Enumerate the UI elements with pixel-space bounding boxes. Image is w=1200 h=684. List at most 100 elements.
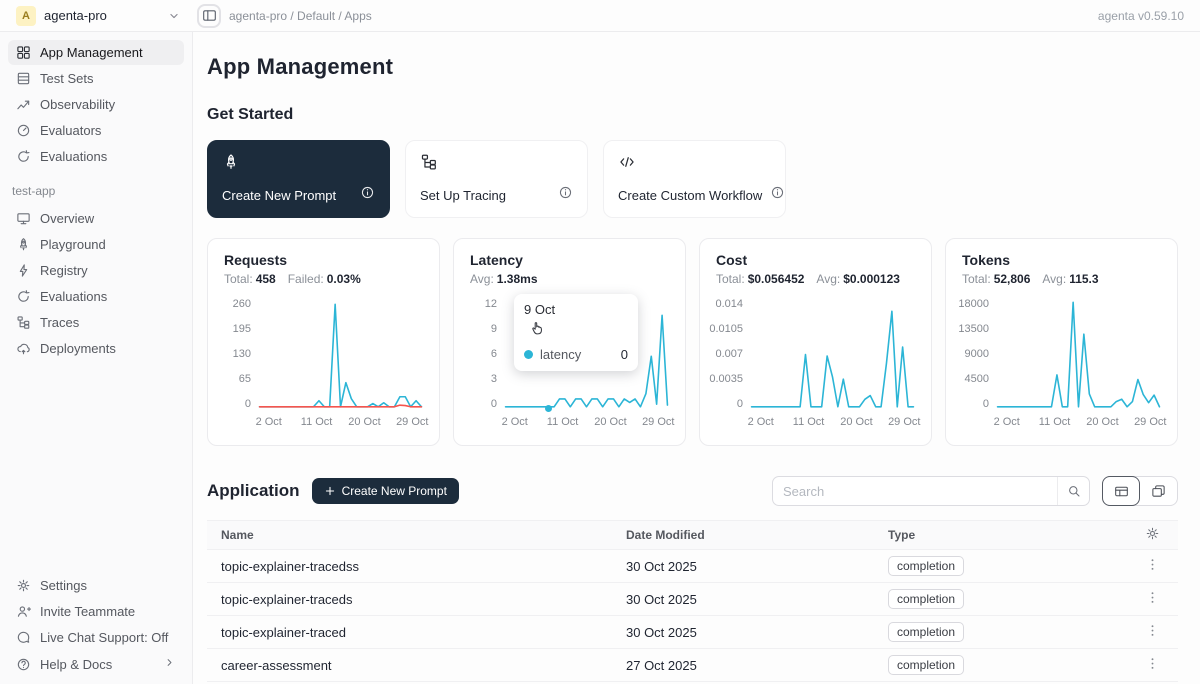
- get-started-card-set-up-tracing[interactable]: Set Up Tracing: [405, 140, 588, 218]
- stat-card-title: Cost: [716, 252, 915, 268]
- y-tick: 0.014: [715, 298, 743, 310]
- sidebar-item-label: Observability: [40, 97, 115, 112]
- stat-card-cost: CostTotal:$0.056452Avg:$0.0001230.0140.0…: [699, 238, 932, 446]
- search-button[interactable]: [1057, 477, 1089, 505]
- sidebar-item-evaluations[interactable]: Evaluations: [8, 284, 184, 309]
- sidebar-item-label: Overview: [40, 211, 94, 226]
- table-row[interactable]: topic-explainer-traced30 Oct 2025complet…: [207, 616, 1178, 649]
- row-menu-button[interactable]: [1145, 623, 1160, 641]
- sidebar-item-evaluations[interactable]: Evaluations: [8, 144, 184, 169]
- sidebar-toggle-icon: [202, 8, 217, 23]
- row-menu-button[interactable]: [1145, 557, 1160, 575]
- tree-icon: [16, 315, 31, 330]
- sidebar-item-test-sets[interactable]: Test Sets: [8, 66, 184, 91]
- x-tick: 11 Oct: [1039, 416, 1071, 428]
- y-tick: 0.0035: [709, 373, 743, 385]
- stat-pair: Total:52,806: [962, 272, 1030, 286]
- sidebar-item-live-chat-support-off[interactable]: Live Chat Support: Off: [8, 625, 184, 650]
- sidebar-item-playground[interactable]: Playground: [8, 232, 184, 257]
- kebab-icon: [1145, 623, 1160, 638]
- series-success: [260, 304, 422, 406]
- main-content: App Management Get Started Create New Pr…: [193, 32, 1200, 684]
- x-tick: 11 Oct: [793, 416, 825, 428]
- sidebar-item-label: Playground: [40, 237, 106, 252]
- line-chart: 9 Octlatency0: [504, 298, 669, 410]
- table-row[interactable]: career-assessment27 Oct 2025completion: [207, 649, 1178, 682]
- row-menu-button[interactable]: [1145, 656, 1160, 674]
- sidebar-item-deployments[interactable]: Deployments: [8, 336, 184, 361]
- stat-card-tokens: TokensTotal:52,806Avg:115.31800013500900…: [945, 238, 1178, 446]
- x-tick: 11 Oct: [301, 416, 333, 428]
- sidebar-item-label: App Management: [40, 45, 143, 60]
- stat-card-latency: LatencyAvg:1.38ms1296309 Octlatency02 Oc…: [453, 238, 686, 446]
- stat-pair: Total:458: [224, 272, 276, 286]
- search-icon: [1067, 484, 1081, 498]
- workspace-name: agenta-pro: [44, 8, 159, 23]
- card-label: Create Custom Workflow: [618, 188, 762, 203]
- sidebar-item-help-docs[interactable]: Help & Docs: [8, 651, 184, 677]
- line-chart: [996, 298, 1161, 410]
- sidebar-item-app-management[interactable]: App Management: [8, 40, 184, 65]
- sidebar-item-label: Test Sets: [40, 71, 93, 86]
- sidebar-item-label: Live Chat Support: Off: [40, 630, 168, 645]
- y-tick: 9000: [965, 348, 989, 360]
- table-row[interactable]: topic-explainer-traceds30 Oct 2025comple…: [207, 583, 1178, 616]
- card-view-button[interactable]: [1139, 477, 1177, 505]
- sidebar-item-label: Invite Teammate: [40, 604, 135, 619]
- sidebar-item-settings[interactable]: Settings: [8, 573, 184, 598]
- sidebar-item-invite-teammate[interactable]: Invite Teammate: [8, 599, 184, 624]
- x-tick: 29 Oct: [396, 416, 428, 428]
- series-tokens: [998, 302, 1160, 406]
- workspace-switcher[interactable]: A agenta-pro: [0, 0, 193, 31]
- y-tick: 6: [491, 348, 497, 360]
- rocket-icon: [222, 153, 240, 171]
- sidebar: App Management Test Sets Observability Eval…: [0, 32, 193, 684]
- y-tick: 4500: [965, 373, 989, 385]
- search-input[interactable]: [773, 484, 1057, 499]
- sidebar-item-label: Settings: [40, 578, 87, 593]
- tooltip-value: 0: [621, 347, 628, 362]
- x-tick: 2 Oct: [502, 416, 528, 428]
- get-started-card-create-new-prompt[interactable]: Create New Prompt: [207, 140, 390, 218]
- plus-icon: [324, 485, 336, 497]
- y-tick: 12: [485, 298, 497, 310]
- row-menu-button[interactable]: [1145, 590, 1160, 608]
- series-color-dot: [524, 350, 533, 359]
- table-row[interactable]: topic-explainer-tracedss30 Oct 2025compl…: [207, 550, 1178, 583]
- stat-card-title: Tokens: [962, 252, 1161, 268]
- refresh-icon: [16, 289, 31, 304]
- sidebar-item-observability[interactable]: Observability: [8, 92, 184, 117]
- x-tick: 2 Oct: [748, 416, 774, 428]
- grid-icon: [16, 45, 31, 60]
- gear-icon: [16, 578, 31, 593]
- tree-icon: [420, 153, 438, 171]
- sidebar-item-evaluators[interactable]: Evaluators: [8, 118, 184, 143]
- chevron-down-icon: [167, 9, 181, 23]
- x-tick: 29 Oct: [888, 416, 920, 428]
- sidebar-item-label: Traces: [40, 315, 79, 330]
- sidebar-item-overview[interactable]: Overview: [8, 206, 184, 231]
- cloud-icon: [16, 341, 31, 356]
- stat-card-title: Latency: [470, 252, 669, 268]
- x-tick: 11 Oct: [547, 416, 579, 428]
- stat-pair: Avg:$0.000123: [816, 272, 900, 286]
- date-modified-cell: 30 Oct 2025: [612, 592, 874, 607]
- list-icon: [16, 71, 31, 86]
- kebab-icon: [1145, 590, 1160, 605]
- column-settings-button[interactable]: [1145, 526, 1160, 544]
- y-tick: 65: [239, 373, 251, 385]
- sidebar-item-registry[interactable]: Registry: [8, 258, 184, 283]
- monitor-icon: [16, 211, 31, 226]
- sidebar-toggle-button[interactable]: [197, 4, 221, 28]
- y-tick: 9: [491, 323, 497, 335]
- get-started-card-create-custom-workflow[interactable]: Create Custom Workflow: [603, 140, 786, 218]
- card-label: Set Up Tracing: [420, 188, 506, 203]
- applications-table: NameDate ModifiedTypetopic-explainer-tra…: [207, 520, 1178, 682]
- hand-cursor-icon: [530, 319, 547, 336]
- table-view-button[interactable]: [1102, 476, 1140, 506]
- sidebar-item-traces[interactable]: Traces: [8, 310, 184, 335]
- create-new-prompt-button[interactable]: Create New Prompt: [312, 478, 459, 504]
- get-started-title: Get Started: [207, 106, 1178, 124]
- sidebar-item-label: Evaluators: [40, 123, 101, 138]
- stats-cards-row: RequestsTotal:458Failed:0.03%26019513065…: [207, 238, 1178, 446]
